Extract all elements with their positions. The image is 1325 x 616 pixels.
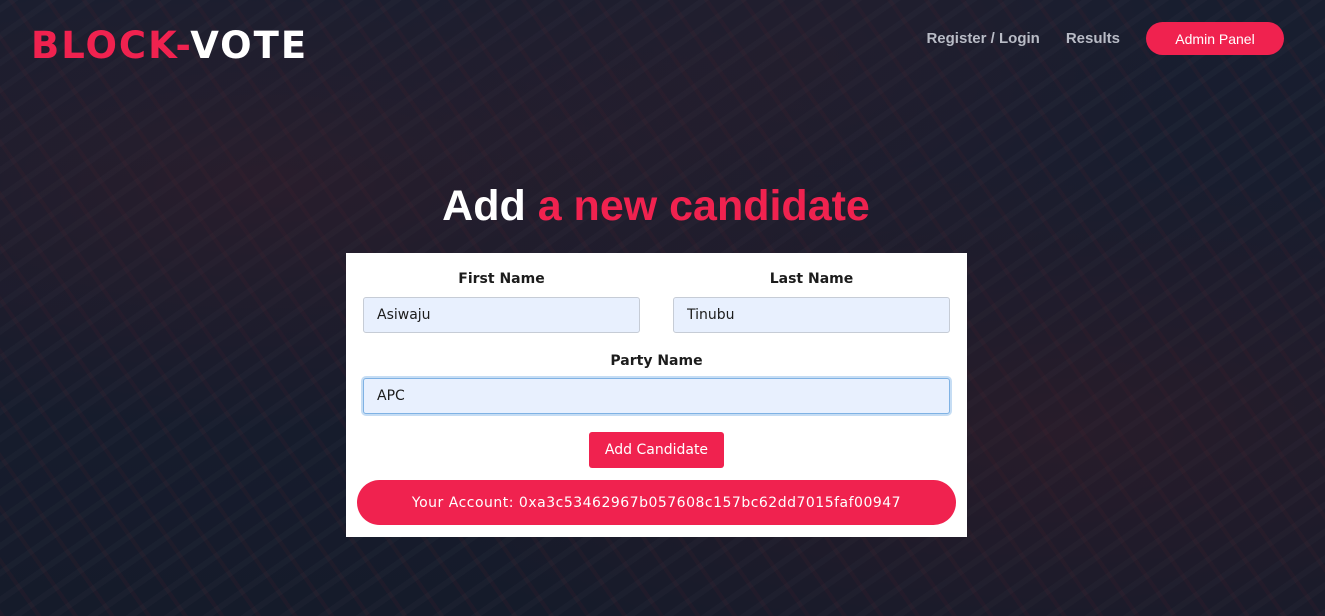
brand-logo-part2: VOTE — [190, 24, 309, 67]
last-name-input[interactable] — [673, 297, 950, 333]
nav-results-link[interactable]: Results — [1066, 30, 1120, 47]
top-nav: Register / Login Results Admin Panel — [900, 22, 1284, 55]
page-title: Add a new candidate — [0, 180, 1312, 232]
nav-register-login-link[interactable]: Register / Login — [926, 30, 1039, 47]
first-name-label: First Name — [458, 271, 545, 287]
account-address-badge: Your Account: 0xa3c53462967b057608c157bc… — [357, 480, 956, 525]
party-name-input[interactable] — [363, 378, 950, 414]
first-name-input[interactable] — [363, 297, 640, 333]
page-title-lead: Add — [442, 182, 526, 230]
admin-panel-button[interactable]: Admin Panel — [1146, 22, 1284, 55]
last-name-label: Last Name — [769, 271, 854, 287]
party-name-label: Party Name — [610, 353, 703, 369]
add-candidate-button[interactable]: Add Candidate — [589, 432, 724, 468]
page-title-accent: a new candidate — [537, 182, 870, 230]
brand-logo[interactable]: BLOCK-VOTE — [31, 24, 308, 68]
brand-logo-part1: BLOCK- — [31, 24, 191, 67]
add-candidate-form: First Name Last Name Party Name Add Cand… — [346, 253, 967, 537]
